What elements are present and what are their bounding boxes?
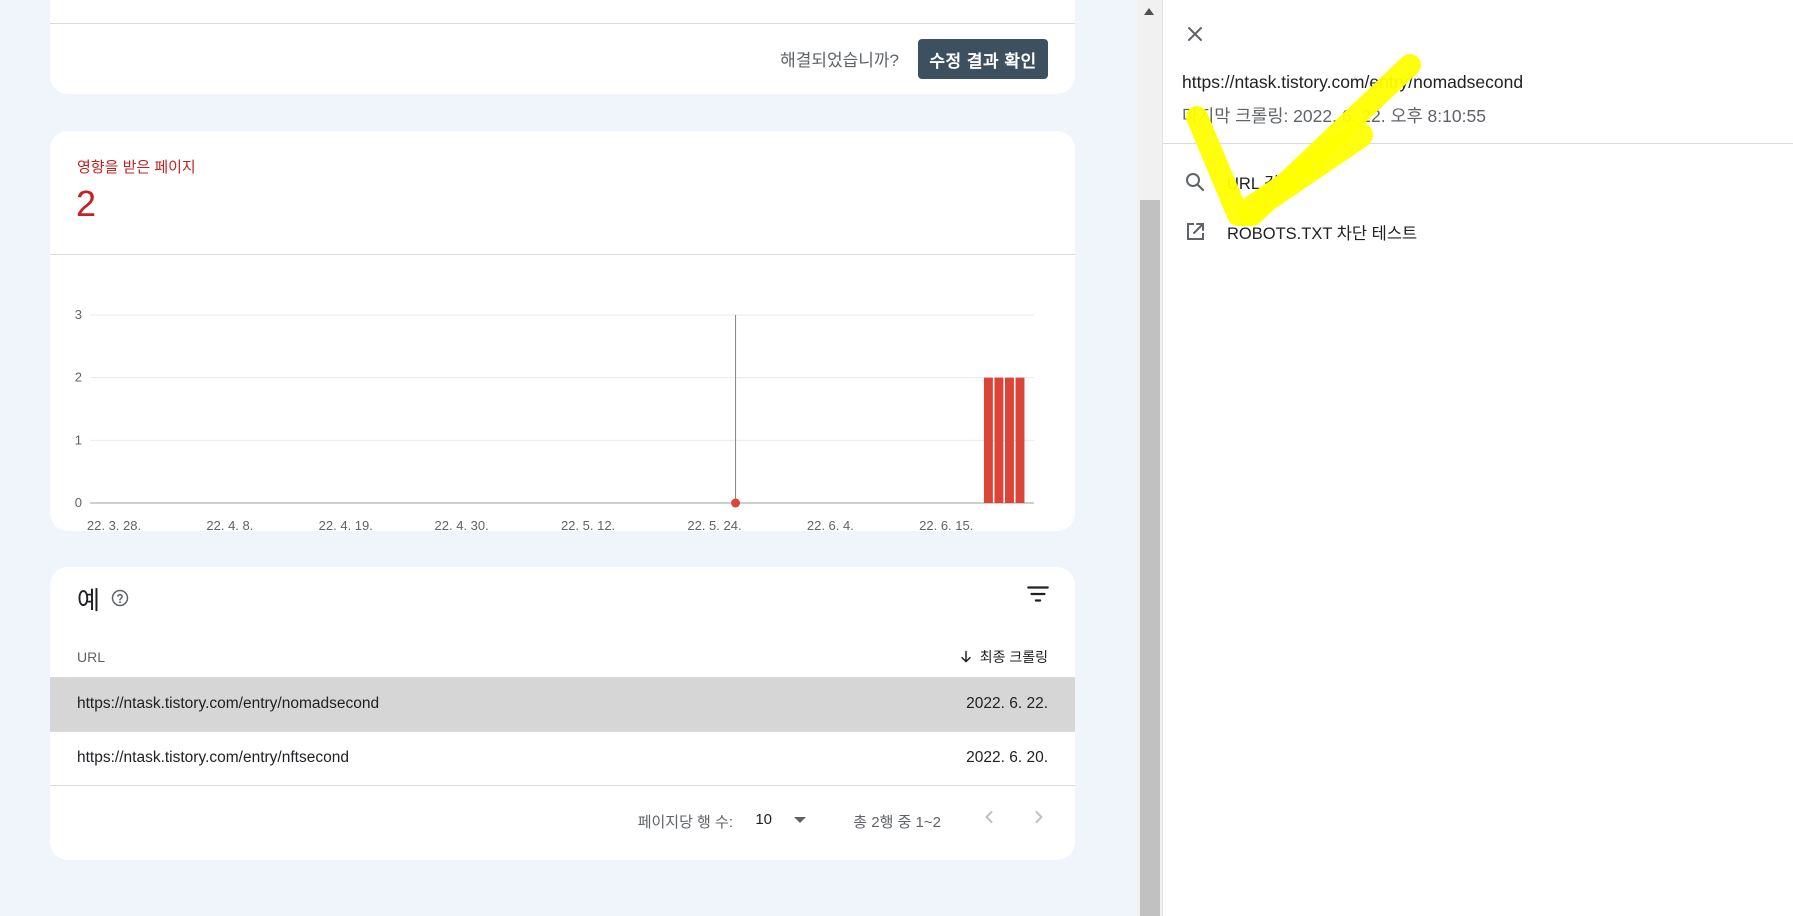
examples-card: 예 URL 최종 크롤링 https://ntask.tistory.com/e… [50, 567, 1075, 860]
inspect-url-label: URL 검사 [1227, 175, 1295, 193]
y-tick-label: 1 [75, 432, 82, 447]
validate-fix-button[interactable]: 수정 결과 확인 [918, 39, 1048, 79]
close-icon [1188, 27, 1202, 41]
previous-page-button[interactable] [977, 805, 1001, 833]
filter-icon[interactable] [1025, 581, 1051, 612]
search-icon [1183, 170, 1207, 194]
chevron-left-icon [985, 811, 993, 823]
row-url: https://ntask.tistory.com/entry/nomadsec… [77, 695, 380, 712]
chevron-right-icon [1035, 811, 1043, 823]
panel-last-crawl: 마지막 크롤링: 2022. 6. 22. 오후 8:10:55 [1182, 106, 1486, 126]
inspect-url-action[interactable]: URL 검사 [1183, 165, 1294, 199]
y-tick-label: 0 [75, 495, 82, 510]
divider [50, 23, 1075, 24]
next-page-button[interactable] [1027, 805, 1051, 833]
examples-title: 예 [77, 587, 101, 615]
panel-url: https://ntask.tistory.com/entry/nomadsec… [1182, 72, 1524, 92]
pagination: 페이지당 행 수: 10 총 2행 중 1~2 [50, 785, 1075, 860]
x-tick-label: 22. 4. 30. [435, 518, 489, 531]
rows-per-page-label: 페이지당 행 수: [637, 814, 733, 831]
row-url: https://ntask.tistory.com/entry/nftsecon… [77, 749, 349, 766]
y-tick-label: 2 [75, 370, 82, 385]
x-tick-label: 22. 3. 28. [87, 518, 141, 531]
x-tick-label: 22. 6. 4. [807, 518, 854, 531]
x-tick-label: 22. 5. 12. [561, 518, 615, 531]
row-date: 2022. 6. 20. [966, 749, 1048, 766]
scroll-up-arrow-icon[interactable] [1144, 8, 1154, 15]
validation-card: 해결되었습니까? 수정 결과 확인 [50, 0, 1075, 94]
open-in-new-icon [1183, 220, 1207, 244]
dropdown-arrow-icon[interactable] [794, 817, 806, 823]
affected-pages-label: 영향을 받은 페이지 [77, 159, 196, 176]
chart-bar [983, 377, 993, 503]
table-row[interactable]: https://ntask.tistory.com/entry/nftsecon… [50, 731, 1075, 786]
chart-bar [1004, 377, 1014, 503]
selected-point [731, 498, 741, 508]
x-tick-label: 22. 5. 24. [687, 518, 741, 531]
robots-test-action[interactable]: ROBOTS.TXT 차단 테스트 [1183, 215, 1417, 249]
x-tick-label: 22. 4. 19. [319, 518, 373, 531]
rows-per-page-select[interactable]: 10 [755, 811, 772, 828]
affected-pages-count: 2 [76, 183, 97, 224]
close-button[interactable] [1183, 22, 1207, 51]
chart-bar [994, 377, 1004, 503]
affected-pages-card: 영향을 받은 페이지 2 0 1 2 3 22. 3. 28. 22. 4. 8. 22. … [50, 131, 1075, 531]
affected-pages-chart: 0 1 2 3 22. 3. 28. 22. 4. 8. 22. 4. 19. 22. 4. … [75, 307, 1034, 531]
help-icon[interactable] [111, 589, 129, 612]
pagination-range: 총 2행 중 1~2 [853, 814, 941, 831]
divider [1163, 143, 1793, 144]
y-tick-label: 3 [75, 307, 82, 322]
column-header-last-crawl-label: 최종 크롤링 [979, 649, 1048, 665]
x-tick-label: 22. 6. 15. [919, 518, 973, 531]
url-details-panel: https://ntask.tistory.com/entry/nomadsec… [1162, 0, 1793, 916]
column-header-url[interactable]: URL [77, 649, 105, 665]
resolved-question: 해결되었습니까? [780, 51, 899, 70]
chart-bar [1015, 377, 1025, 503]
scrollbar-thumb[interactable] [1140, 200, 1160, 916]
robots-test-label: ROBOTS.TXT 차단 테스트 [1227, 225, 1418, 243]
row-date: 2022. 6. 22. [966, 695, 1048, 712]
arrow-down-icon [960, 650, 971, 663]
table-row[interactable]: https://ntask.tistory.com/entry/nomadsec… [50, 677, 1075, 732]
column-header-last-crawl[interactable]: 최종 크롤링 [958, 647, 1048, 667]
x-tick-label: 22. 4. 8. [206, 518, 253, 531]
